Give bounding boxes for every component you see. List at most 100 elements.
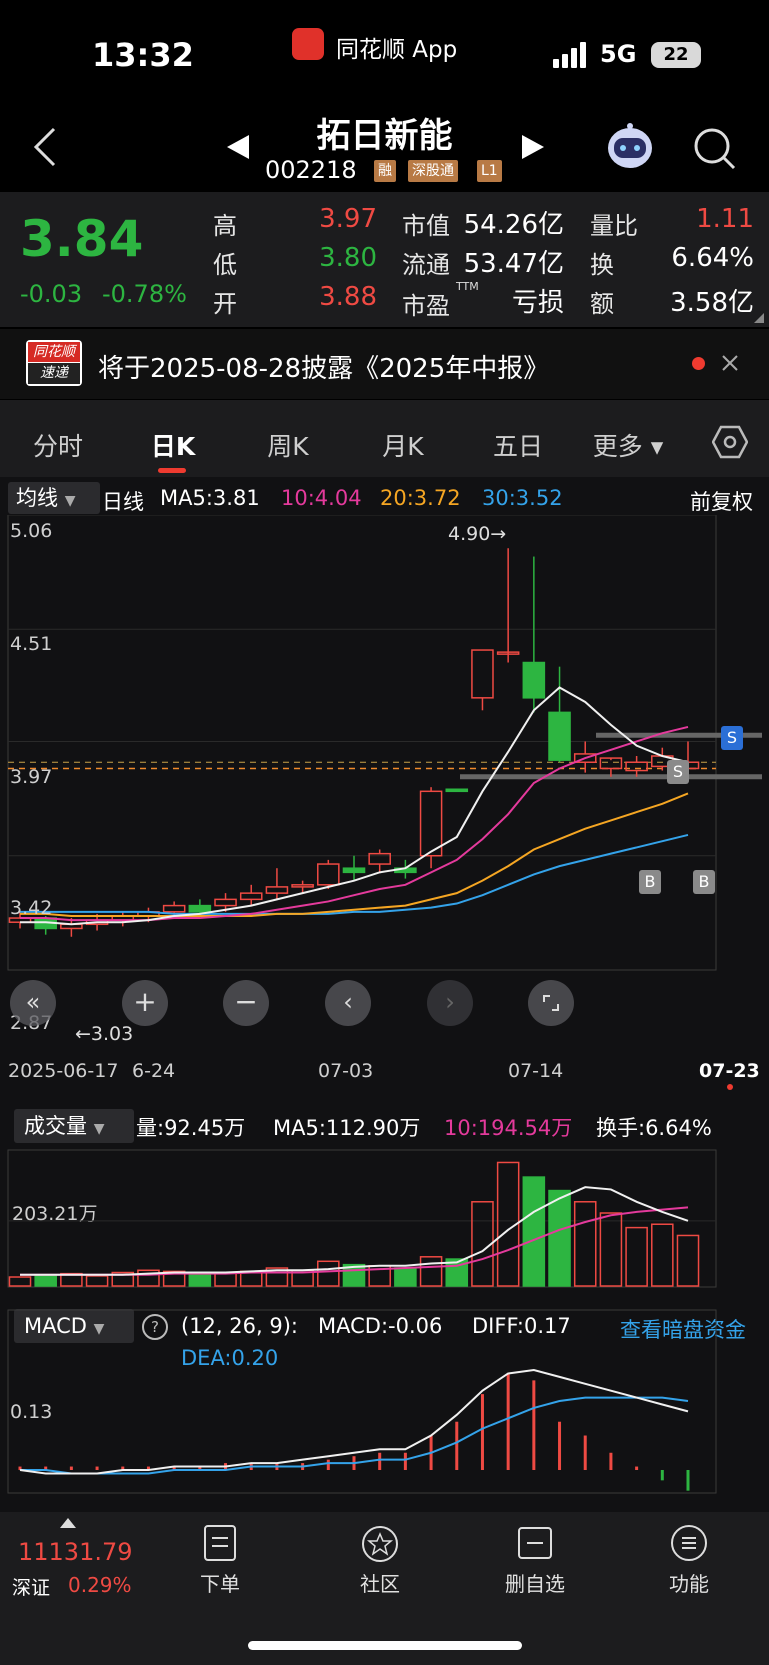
zoom-in-icon[interactable]: + xyxy=(122,980,168,1026)
scroll-right-icon[interactable]: › xyxy=(427,980,473,1026)
x-label-2: 6-24 xyxy=(132,1060,176,1082)
status-time: 13:32 xyxy=(92,36,194,74)
order-icon[interactable] xyxy=(203,1524,237,1562)
nav-community[interactable]: 社区 xyxy=(325,1568,435,1597)
volume-bar xyxy=(548,1189,571,1287)
home-indicator xyxy=(248,1641,522,1650)
nav-function[interactable]: 功能 xyxy=(634,1568,744,1597)
volume-bar xyxy=(651,1223,674,1287)
volume-bar xyxy=(599,1212,623,1287)
volume-bar xyxy=(419,1256,443,1287)
sell-signal-badge[interactable]: S xyxy=(721,726,743,750)
ma10-line xyxy=(20,725,689,922)
amount-label: 额 xyxy=(590,290,614,318)
candle-body xyxy=(291,884,314,888)
adjust-mode[interactable]: 前复权 xyxy=(690,486,753,516)
app-logo-icon xyxy=(292,28,324,60)
search-icon[interactable] xyxy=(692,126,738,172)
high-value: 3.97 xyxy=(319,204,377,234)
candle-body xyxy=(214,898,237,907)
x-label-end: 07-23 xyxy=(699,1060,760,1082)
period-label: 日线 xyxy=(102,490,144,514)
candle-body xyxy=(419,790,443,857)
zoom-out-icon[interactable]: − xyxy=(223,980,269,1026)
tag-connect: 深股通 xyxy=(408,160,458,182)
ma5-label: MA5:3.81 xyxy=(160,486,260,510)
y-label-max: 5.06 xyxy=(10,520,53,542)
remove-watchlist-icon[interactable] xyxy=(517,1526,553,1560)
float-label: 流通 xyxy=(402,251,450,279)
low-label: 低 xyxy=(213,251,237,279)
settings-hex-icon[interactable] xyxy=(712,425,748,459)
volume-ma5-line xyxy=(20,1186,689,1276)
tab-five-day[interactable]: 五日 xyxy=(473,427,563,463)
notice-logo: 同花顺 速递 xyxy=(26,340,82,386)
candle-body xyxy=(625,761,648,772)
robot-assistant-icon[interactable] xyxy=(604,122,656,172)
candle-body xyxy=(445,788,469,793)
macd-chart[interactable] xyxy=(0,1300,769,1500)
ma10-label: 10:4.04 xyxy=(281,486,362,510)
kline-frame xyxy=(7,515,717,971)
tag-level: L1 xyxy=(477,160,502,182)
index-name: 深证 xyxy=(12,1577,51,1599)
signal-icon xyxy=(553,42,593,68)
next-stock-icon[interactable] xyxy=(520,133,546,161)
unread-dot xyxy=(692,357,705,370)
price-change-pct: -0.78% xyxy=(102,280,187,308)
volume-bar xyxy=(8,1276,32,1287)
volume-bar xyxy=(522,1176,546,1287)
battery-icon: 22 xyxy=(651,42,701,68)
volume-bar xyxy=(625,1226,648,1287)
high-marker: 4.90→ xyxy=(448,523,507,545)
volume-bar xyxy=(188,1272,212,1287)
volume-bar xyxy=(34,1274,57,1287)
candle-body xyxy=(548,711,571,761)
tab-intraday[interactable]: 分时 xyxy=(13,427,103,463)
candle-body xyxy=(188,904,212,913)
x-label-4: 07-14 xyxy=(508,1060,564,1082)
tab-daily-k[interactable]: 日K xyxy=(128,427,218,463)
nav-remove-watchlist[interactable]: 删自选 xyxy=(480,1568,590,1597)
notice-text[interactable]: 将于2025-08-28披露《2025年中报》 xyxy=(98,348,549,385)
price-change: -0.03 xyxy=(20,280,83,308)
volume-chart[interactable] xyxy=(0,1100,769,1290)
tab-weekly-k[interactable]: 周K xyxy=(243,427,333,463)
tab-more[interactable]: 更多 ▾ xyxy=(583,427,673,463)
y-label-3: 3.97 xyxy=(10,766,53,788)
fullscreen-icon[interactable] xyxy=(528,980,574,1026)
volume-bar xyxy=(85,1275,109,1287)
ma20-label: 20:3.72 xyxy=(380,486,461,510)
buy-signal-badge[interactable]: B xyxy=(639,870,661,894)
nav-order[interactable]: 下单 xyxy=(165,1568,275,1597)
pe-value: 亏损 xyxy=(511,288,564,318)
tab-monthly-k[interactable]: 月K xyxy=(358,427,448,463)
network-type: 5G xyxy=(600,40,637,68)
ma20-line xyxy=(20,792,689,917)
volume-ratio-value: 1.11 xyxy=(696,204,754,234)
volume-bar xyxy=(317,1260,340,1287)
candle-body xyxy=(265,886,289,894)
buy-signal-badge[interactable]: B xyxy=(693,870,715,894)
high-label: 高 xyxy=(213,212,237,240)
candle-body xyxy=(342,867,366,874)
scroll-left-icon[interactable]: ‹ xyxy=(325,980,371,1026)
expand-corner-icon[interactable] xyxy=(754,313,764,323)
index-value[interactable]: 11131.79 xyxy=(18,1538,133,1566)
stock-code: 002218 xyxy=(265,156,357,184)
ma30-label: 30:3.52 xyxy=(482,486,563,510)
volume-ratio-label: 量比 xyxy=(590,212,638,240)
mcap-value: 54.26亿 xyxy=(463,210,564,240)
ma-indicator-selector[interactable]: 均线 ▼ xyxy=(8,482,100,514)
close-notice-icon[interactable] xyxy=(720,353,740,373)
sell-signal-badge[interactable]: S xyxy=(667,760,689,784)
expand-up-icon[interactable] xyxy=(60,1518,76,1528)
open-label: 开 xyxy=(213,290,237,318)
community-icon[interactable] xyxy=(360,1524,400,1564)
rewind-icon[interactable]: « xyxy=(10,980,56,1026)
x-label-start: 2025-06-17 xyxy=(8,1060,119,1082)
last-price: 3.84 xyxy=(20,210,144,268)
kline-chart[interactable] xyxy=(0,515,769,1045)
menu-icon[interactable] xyxy=(670,1524,708,1562)
amount-value: 3.58亿 xyxy=(670,288,754,318)
